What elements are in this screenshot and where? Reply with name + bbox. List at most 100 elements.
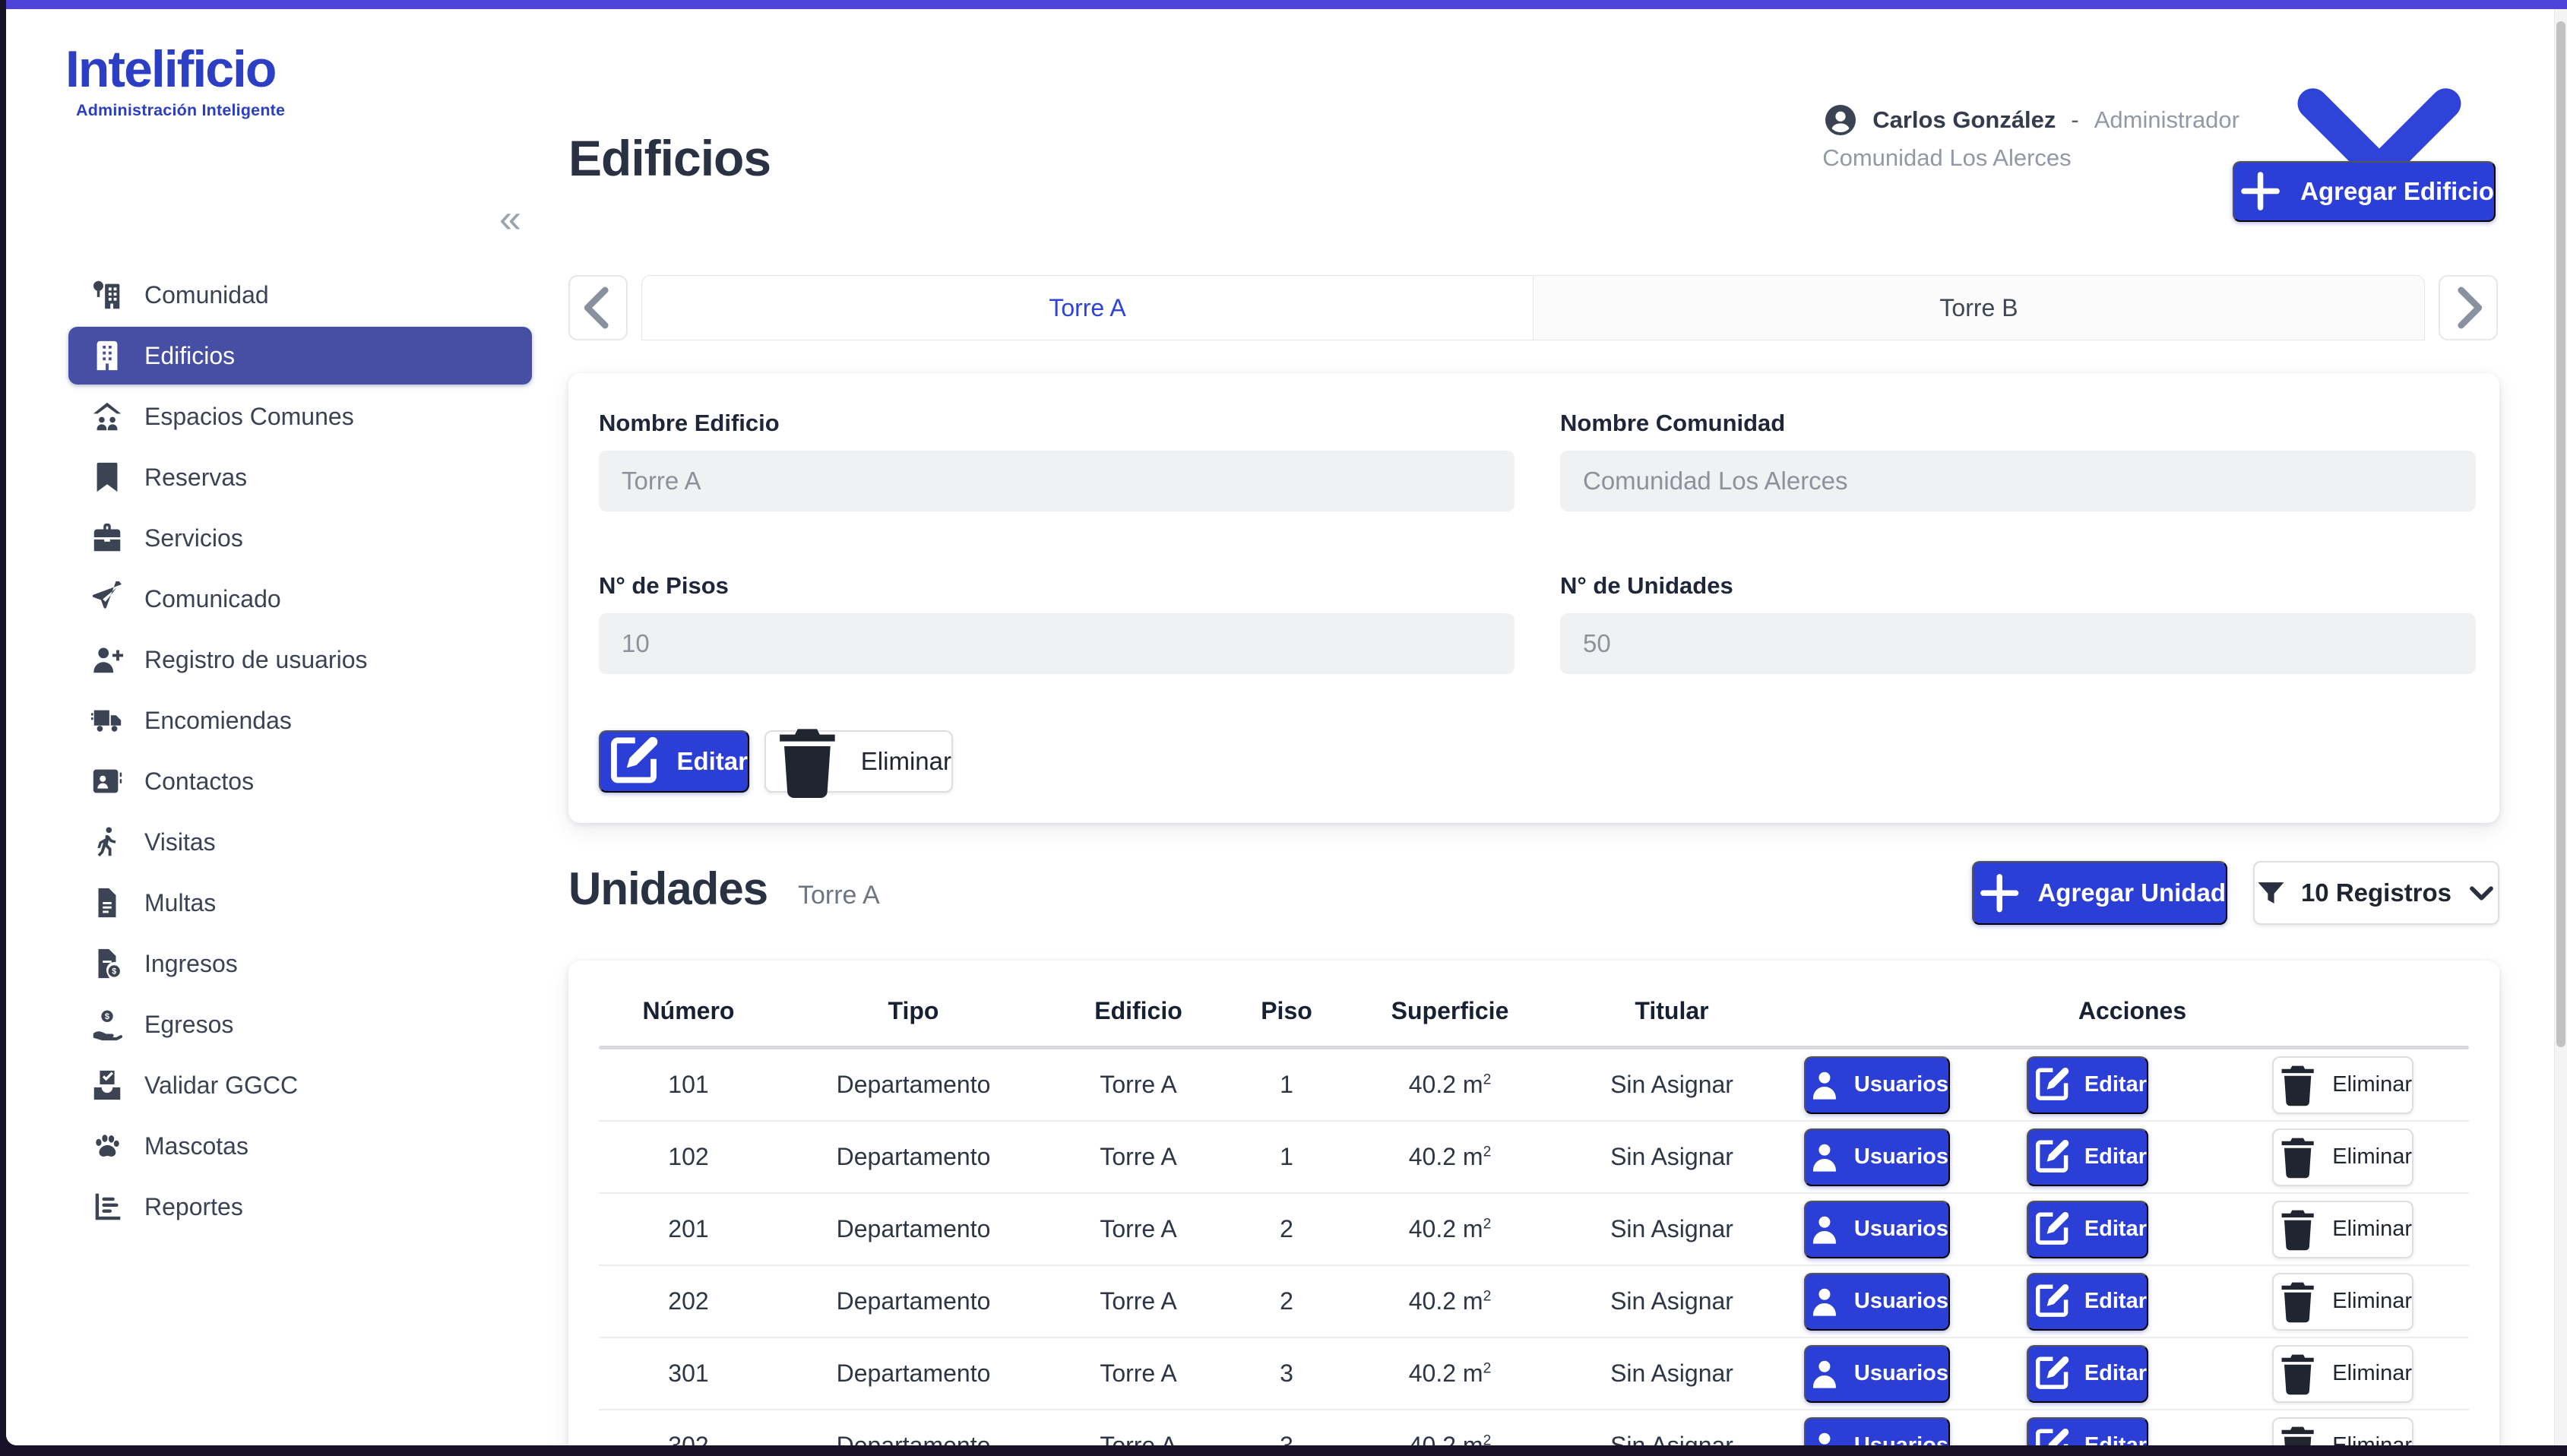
usuarios-button[interactable]: Usuarios xyxy=(1804,1128,1950,1186)
sidebar-collapse-button[interactable]: « xyxy=(499,199,521,239)
sidebar-item-egresos[interactable]: $Egresos xyxy=(6,994,540,1055)
add-unit-label: Agregar Unidad xyxy=(2037,878,2226,907)
editar-button[interactable]: Editar xyxy=(2027,1273,2148,1331)
table-row-unit-202: 202DepartamentoTorre A240.2 m2Sin Asigna… xyxy=(599,1266,2469,1338)
usuarios-button[interactable]: Usuarios xyxy=(1804,1417,1950,1446)
sidebar-item-comunicado[interactable]: Comunicado xyxy=(6,568,540,629)
sidebar-item-edificios[interactable]: Edificios xyxy=(68,327,532,385)
tab-torre-a[interactable]: Torre A xyxy=(642,276,1534,340)
brand-tagline: Administración Inteligente xyxy=(76,101,540,120)
nombre-edificio-input[interactable]: Torre A xyxy=(599,451,1515,511)
records-filter-dropdown[interactable]: 10 Registros xyxy=(2253,861,2499,925)
sidebar-item-validar-ggcc[interactable]: Validar GGCC xyxy=(6,1055,540,1116)
button-label: Eliminar xyxy=(2332,1144,2412,1170)
delete-building-button[interactable]: Eliminar xyxy=(764,730,953,793)
button-label: Eliminar xyxy=(2332,1433,2412,1445)
cell-piso: 3 xyxy=(1228,1432,1345,1445)
sidebar-item-reservas[interactable]: Reservas xyxy=(6,447,540,508)
sidebar-item-label: Multas xyxy=(144,889,216,917)
sidebar-item-ingresos[interactable]: $Ingresos xyxy=(6,933,540,994)
cell-action: Eliminar xyxy=(2210,1201,2476,1258)
add-building-button[interactable]: Agregar Edificio xyxy=(2233,161,2496,222)
column-header-tipo: Tipo xyxy=(778,997,1049,1025)
cell-titular: Sin Asignar xyxy=(1555,1071,1789,1099)
delete-building-label: Eliminar xyxy=(861,747,951,776)
paw-icon xyxy=(90,1128,125,1163)
units-header: Unidades Torre A Agregar Unidad 10 Regis… xyxy=(568,861,2499,926)
id-card-icon xyxy=(90,764,125,799)
sidebar-item-label: Comunidad xyxy=(144,281,269,309)
usuarios-button[interactable]: Usuarios xyxy=(1804,1345,1950,1403)
user-info: Carlos González - Administrador Comunida… xyxy=(1822,102,2239,172)
cell-tipo: Departamento xyxy=(778,1215,1049,1243)
button-label: Usuarios xyxy=(1854,1361,1948,1386)
sidebar-item-contactos[interactable]: Contactos xyxy=(6,751,540,812)
usuarios-button[interactable]: Usuarios xyxy=(1804,1056,1950,1114)
file-dollar-icon: $ xyxy=(90,946,125,981)
sidebar-item-espacios-comunes[interactable]: Espacios Comunes xyxy=(6,386,540,447)
table-row-unit-201: 201DepartamentoTorre A240.2 m2Sin Asigna… xyxy=(599,1194,2469,1266)
sidebar-item-label: Mascotas xyxy=(144,1132,248,1160)
briefcase-icon xyxy=(90,521,125,555)
chevron-down-icon xyxy=(2465,877,2498,910)
nombre-comunidad-input[interactable]: Comunidad Los Alerces xyxy=(1560,451,2476,511)
usuarios-button[interactable]: Usuarios xyxy=(1804,1273,1950,1331)
user-avatar-icon xyxy=(1822,102,1859,138)
cell-action: Usuarios xyxy=(1789,1273,1965,1331)
page-scrollbar[interactable] xyxy=(2554,9,2567,1445)
sidebar-item-visitas[interactable]: Visitas xyxy=(6,812,540,872)
scrollbar-thumb[interactable] xyxy=(2556,21,2565,1047)
sidebar: Intelificio Administración Inteligente C… xyxy=(6,9,540,1445)
person-icon xyxy=(1806,1283,1844,1321)
add-unit-button[interactable]: Agregar Unidad xyxy=(1972,861,2227,925)
tabs-scroll-left-button[interactable] xyxy=(568,275,628,340)
eliminar-button[interactable]: Eliminar xyxy=(2272,1056,2413,1114)
cell-numero: 202 xyxy=(599,1287,778,1315)
editar-button[interactable]: Editar xyxy=(2027,1128,2148,1186)
svg-text:$: $ xyxy=(105,1012,110,1021)
editar-button[interactable]: Editar xyxy=(2027,1417,2148,1446)
sidebar-item-servicios[interactable]: Servicios xyxy=(6,508,540,568)
eliminar-button[interactable]: Eliminar xyxy=(2272,1345,2413,1403)
usuarios-button[interactable]: Usuarios xyxy=(1804,1201,1950,1258)
editar-button[interactable]: Editar xyxy=(2027,1345,2148,1403)
tabs-scroll-right-button[interactable] xyxy=(2439,275,2498,340)
eliminar-button[interactable]: Eliminar xyxy=(2272,1417,2413,1446)
user-plus-icon xyxy=(90,642,125,677)
edit-building-button[interactable]: Editar xyxy=(599,730,749,793)
unidades-input[interactable]: 50 xyxy=(1560,613,2476,674)
tab-list: Torre A Torre B xyxy=(641,275,2425,340)
pisos-input[interactable]: 10 xyxy=(599,613,1515,674)
editar-button[interactable]: Editar xyxy=(2027,1201,2148,1258)
cell-superficie: 40.2 m2 xyxy=(1345,1359,1555,1388)
sidebar-item-reportes[interactable]: Reportes xyxy=(6,1176,540,1237)
cell-tipo: Departamento xyxy=(778,1287,1049,1315)
trash-icon xyxy=(766,720,849,803)
cell-piso: 3 xyxy=(1228,1359,1345,1388)
eliminar-button[interactable]: Eliminar xyxy=(2272,1201,2413,1258)
eliminar-button[interactable]: Eliminar xyxy=(2272,1128,2413,1186)
cell-action: Usuarios xyxy=(1789,1128,1965,1186)
sidebar-item-comunidad[interactable]: Comunidad xyxy=(6,264,540,325)
cell-superficie: 40.2 m2 xyxy=(1345,1071,1555,1099)
trash-icon xyxy=(2274,1061,2322,1109)
brand-name: Intelificio xyxy=(65,43,540,97)
tab-torre-b[interactable]: Torre B xyxy=(1534,276,2424,340)
button-label: Editar xyxy=(2084,1289,2147,1314)
sidebar-item-label: Reservas xyxy=(144,464,247,492)
sidebar-item-encomiendas[interactable]: Encomiendas xyxy=(6,690,540,751)
cell-superficie: 40.2 m2 xyxy=(1345,1215,1555,1243)
button-label: Editar xyxy=(2084,1072,2147,1097)
units-table-header: NúmeroTipoEdificioPisoSuperficieTitularA… xyxy=(599,976,2469,1046)
cell-piso: 1 xyxy=(1228,1071,1345,1099)
sidebar-item-registro-de-usuarios[interactable]: Registro de usuarios xyxy=(6,629,540,690)
field-label-nombre-comunidad: Nombre Comunidad xyxy=(1560,410,1785,437)
pen-square-icon xyxy=(2028,1279,2074,1325)
eliminar-button[interactable]: Eliminar xyxy=(2272,1273,2413,1331)
cell-titular: Sin Asignar xyxy=(1555,1215,1789,1243)
sidebar-item-mascotas[interactable]: Mascotas xyxy=(6,1116,540,1176)
pen-square-icon xyxy=(2028,1207,2074,1252)
page-title: Edificios xyxy=(568,129,771,187)
sidebar-item-multas[interactable]: Multas xyxy=(6,872,540,933)
editar-button[interactable]: Editar xyxy=(2027,1056,2148,1114)
